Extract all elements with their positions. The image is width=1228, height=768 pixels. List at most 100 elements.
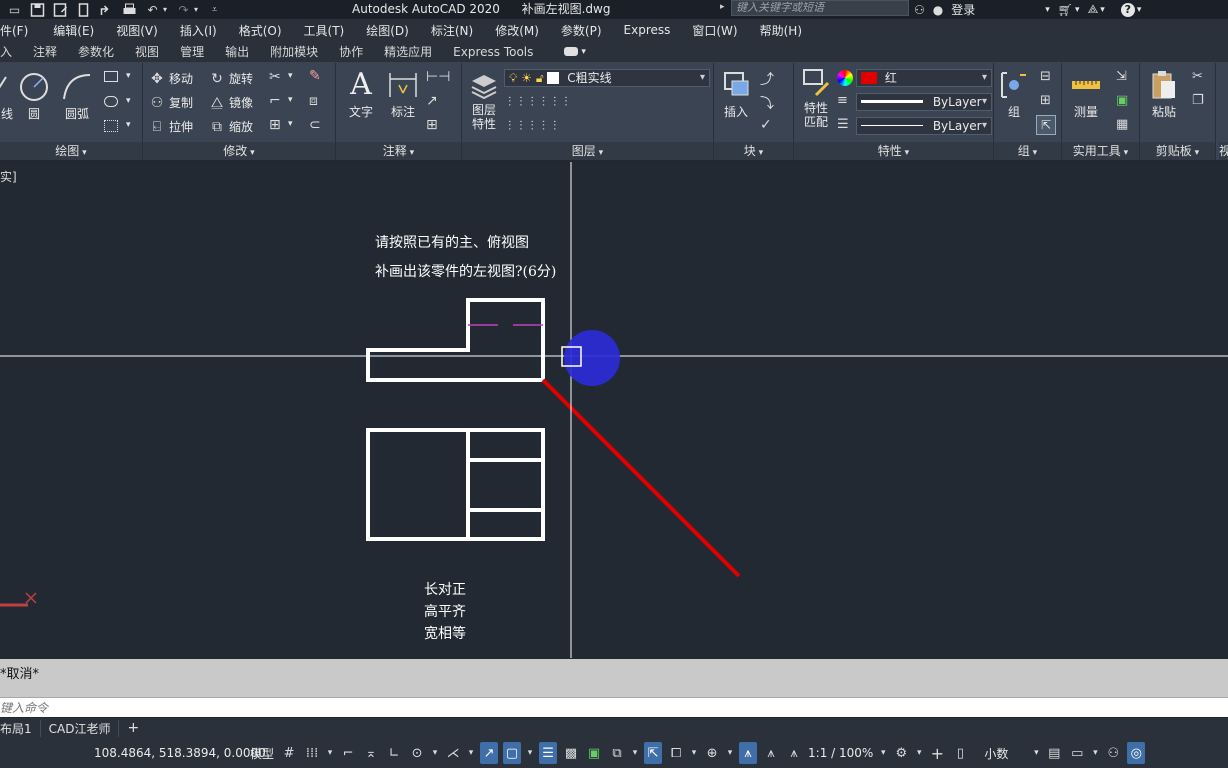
snap-dropdown-icon[interactable]: ▾ [326,742,334,764]
coordinates-readout[interactable]: 108.4864, 518.3894, 0.0000 [94,746,266,760]
rectangle-icon[interactable] [104,71,118,82]
object-snap-icon[interactable]: ▢ [503,742,522,764]
drawing-canvas[interactable]: 实] 请按照已有的主、俯视图 补画出该零件的左视图?(6分) 长对正 高平齐 宽… [0,162,1228,658]
layer-match-icon[interactable]: ⫶ [519,95,522,110]
rectangle-dropdown-icon[interactable]: ▾ [126,71,131,81]
menu-dimension[interactable]: 标注(N) [431,22,473,39]
dynamic-input-icon[interactable]: ⌅ [362,742,380,764]
share-icon[interactable] [98,2,115,17]
cart-icon[interactable]: 🛒︎ [1058,3,1073,17]
plot-icon[interactable] [121,2,138,17]
polar-dropdown-icon[interactable]: ▾ [431,742,439,764]
insert-tool[interactable]: 插入 [716,69,756,120]
scale-dropdown-icon[interactable]: ▾ [879,742,887,764]
binoculars-icon[interactable]: ⚇ [914,3,925,17]
cart-dropdown-icon[interactable]: ▾ [1075,5,1080,15]
redo-dropdown-icon[interactable]: ▾ [192,2,200,17]
annotation-monitor-dropdown-icon[interactable]: ▾ [726,742,734,764]
instruction-text-line-2[interactable]: 补画出该零件的左视图?(6分) [375,261,556,281]
trim-dropdown-icon[interactable]: ▾ [288,71,293,81]
region-dropdown-icon[interactable]: ▾ [126,120,131,130]
layer-freeze-icon[interactable]: ⫶ [553,95,556,110]
offset-icon[interactable]: ⊂ [309,117,321,133]
isometric-dropdown-icon[interactable]: ▾ [467,742,475,764]
save-as-icon[interactable] [52,2,69,17]
front-view-outline[interactable] [366,298,545,382]
linetype-icon[interactable]: ☰ [837,117,849,132]
stretch-tool[interactable]: ⍇ 拉伸 [149,118,193,135]
dynamic-ucs-icon[interactable]: ⇱ [644,742,663,764]
menu-insert[interactable]: 插入(I) [180,22,217,39]
annotation-scale-icon[interactable]: ⩚ [785,742,803,764]
polar-icon[interactable]: ⊙ [408,742,426,764]
menu-parametric[interactable]: 参数(P) [561,22,602,39]
explode-icon[interactable]: ⧈ [309,93,318,109]
tab-parametric[interactable]: 参数化 [78,43,114,60]
instruction-text-line-1[interactable]: 请按照已有的主、俯视图 [375,232,529,252]
layer-thaw-icon[interactable]: ⫶ [531,119,534,134]
lock-ui-dropdown-icon[interactable]: ▾ [1091,742,1099,764]
color-wheel-icon[interactable] [837,70,853,86]
panel-title-view[interactable]: 视 [1219,142,1228,160]
rotate-tool[interactable]: ↻ 旋转 [209,70,253,87]
3d-osnap-dropdown-icon[interactable]: ▾ [631,742,639,764]
layer-properties-tool[interactable]: 图层 特性 [466,69,502,131]
panel-title-layers[interactable]: 图层 [462,142,713,160]
undo-dropdown-icon[interactable]: ▾ [161,2,169,17]
tab-layout1[interactable]: 布局1 [0,719,41,737]
top-view-outline[interactable] [366,428,545,541]
calculator-icon[interactable]: ▦ [1116,117,1128,132]
connect-icon[interactable]: ⟁ [1088,2,1099,17]
lineweight-dropdown[interactable]: ByLayer [856,93,992,111]
units-icon[interactable]: ▯ [951,742,969,764]
selection-cycling-icon[interactable]: ▣ [585,742,603,764]
annotation-monitor-icon[interactable]: ⊕ [703,742,721,764]
tab-annotate[interactable]: 注释 [33,43,57,60]
tab-output[interactable]: 输出 [225,43,249,60]
customize-icon[interactable]: ⩡ [206,2,223,17]
login-dropdown-icon[interactable]: ▾ [1045,5,1050,15]
connect-dropdown-icon[interactable]: ▾ [1100,5,1105,15]
construction-line-45[interactable] [541,378,741,578]
tab-express-tools[interactable]: Express Tools [453,45,533,59]
rule-text-3[interactable]: 宽相等 [424,623,466,643]
panel-title-clipboard[interactable]: 剪贴板 [1140,142,1215,160]
menu-modify[interactable]: 修改(M) [495,22,539,39]
infer-constraints-icon[interactable]: ⌐ [339,742,357,764]
help-icon[interactable]: ? [1120,2,1135,17]
gizmo-icon[interactable]: ⧠ [667,742,685,764]
menu-format[interactable]: 格式(O) [239,22,282,39]
login-button[interactable]: 登录 [951,1,975,18]
text-tool[interactable]: A 文字 [344,69,378,120]
ribbon-toggle-dropdown-icon[interactable]: ▾ [581,47,586,57]
create-block-icon[interactable]: ⤴ [760,69,774,89]
layer-isolate-icon[interactable]: ⫶ [531,95,534,110]
linear-dim-icon[interactable]: ⊢⊣ [426,69,450,85]
menu-draw[interactable]: 绘图(D) [366,22,409,39]
search-input[interactable]: 键入关键字或短语 [731,0,909,16]
3d-osnap-icon[interactable]: ⧉ [608,742,626,764]
copy-tool[interactable]: ⚇ 复制 [149,94,193,111]
group-select-icon[interactable]: ⇱ [1036,115,1056,135]
edit-block-icon[interactable]: ⤵ [760,93,774,113]
tab-collaborate[interactable]: 协作 [339,43,363,60]
dimension-tool[interactable]: 标注 [386,69,420,120]
leader-icon[interactable]: ↗ [426,93,438,109]
panel-title-block[interactable]: 块 [714,142,793,160]
layer-lock-tool-icon[interactable]: ⫶ [542,119,545,134]
annotation-visibility-icon[interactable]: ⩚ [739,742,758,764]
array-dropdown-icon[interactable]: ▾ [288,119,293,129]
quick-select-icon[interactable]: ⇲ [1116,69,1127,84]
tab-layout-cad[interactable]: CAD江老师 [41,719,120,737]
scale-tool[interactable]: ⧉ 缩放 [209,118,253,135]
rule-text-1[interactable]: 长对正 [424,579,466,599]
hatch-icon[interactable] [104,96,118,107]
trim-icon[interactable]: ✂ [269,69,281,85]
add-layout-button[interactable]: + [119,720,147,736]
linetype-dropdown[interactable]: ByLayer [856,117,992,135]
panel-title-groups[interactable]: 组 [994,142,1061,160]
group-tool[interactable]: 组 [996,69,1032,120]
menu-window[interactable]: 窗口(W) [692,22,737,39]
isometric-icon[interactable]: ⋌ [444,742,462,764]
redo-icon[interactable]: ↷ [175,2,192,17]
